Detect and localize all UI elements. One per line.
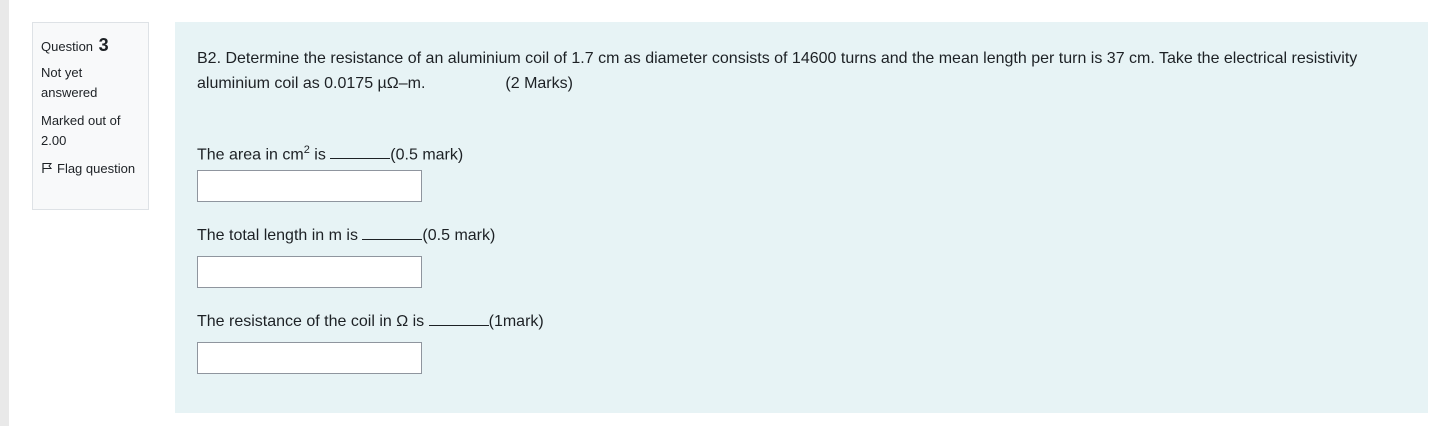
flag-icon bbox=[41, 160, 53, 173]
flag-question-link[interactable]: Flag question bbox=[41, 159, 140, 179]
question-number: 3 bbox=[98, 35, 109, 55]
question-content: B2. Determine the resistance of an alumi… bbox=[175, 22, 1428, 413]
part-1-prefix: The area in cm bbox=[197, 146, 304, 164]
part-1-suffix: is bbox=[309, 146, 331, 164]
part-1-prompt: The area in cm2 is (0.5 mark) bbox=[197, 139, 463, 166]
question-info-panel: Question 3 Not yet answered Marked out o… bbox=[32, 22, 149, 210]
question-state: Not yet answered bbox=[41, 65, 98, 100]
page-left-edge bbox=[0, 0, 9, 426]
question-label: Question bbox=[41, 39, 94, 54]
part-1-mark: (0.5 mark) bbox=[390, 146, 464, 164]
part-2-blank bbox=[362, 225, 423, 240]
question-text: B2. Determine the resistance of an alumi… bbox=[197, 50, 1358, 92]
part-2-prompt: The total length in m is (0.5 mark) bbox=[197, 225, 495, 247]
part-2-prefix: The total length in m is bbox=[197, 227, 363, 244]
part-2-mark: (0.5 mark) bbox=[422, 227, 496, 244]
part-1-answer-input[interactable] bbox=[197, 170, 422, 202]
part-3-mark: (1mark) bbox=[488, 313, 544, 330]
part-1-blank bbox=[330, 144, 391, 160]
question-grade: Marked out of 2.00 bbox=[41, 113, 121, 148]
part-3-prompt: The resistance of the coil in Ω is (1mar… bbox=[197, 311, 544, 333]
part-3-answer-input[interactable] bbox=[197, 342, 422, 374]
question-marks: (2 Marks) bbox=[505, 75, 573, 92]
question-text-block: B2. Determine the resistance of an alumi… bbox=[197, 46, 1407, 96]
part-3-prefix: The resistance of the coil in Ω is bbox=[197, 313, 429, 330]
question-number-line: Question 3 bbox=[41, 35, 140, 59]
part-2-answer-input[interactable] bbox=[197, 256, 422, 288]
flag-question-label: Flag question bbox=[57, 161, 136, 176]
part-3-blank bbox=[428, 311, 489, 326]
